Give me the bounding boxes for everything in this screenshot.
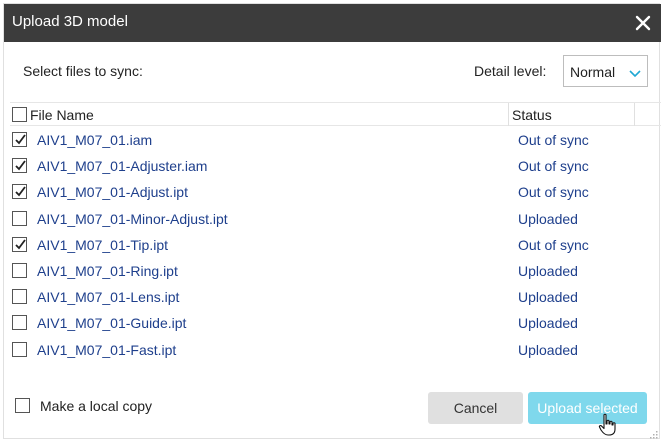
table-row[interactable]: AIV1_M07_01.iam Out of sync [10, 127, 661, 153]
checkmark-icon [15, 186, 26, 197]
table-row[interactable]: AIV1_M07_01-Guide.ipt Uploaded [10, 310, 661, 336]
close-icon[interactable] [633, 13, 653, 33]
detail-level-select[interactable]: Normal [563, 55, 648, 87]
file-status: Out of sync [518, 184, 589, 201]
select-all-checkbox[interactable] [12, 107, 27, 122]
column-divider [508, 103, 509, 126]
row-checkbox[interactable] [12, 289, 27, 305]
chevron-down-icon [629, 66, 641, 84]
upload-selected-button[interactable]: Upload selected [528, 392, 647, 424]
file-name[interactable]: AIV1_M07_01-Ring.ipt [37, 263, 178, 279]
table-row[interactable]: AIV1_M07_01-Ring.ipt Uploaded [10, 258, 661, 284]
file-status: Out of sync [518, 158, 589, 175]
file-name[interactable]: AIV1_M07_01-Tip.ipt [37, 237, 168, 253]
file-status: Out of sync [518, 236, 589, 253]
column-header-status[interactable]: Status [512, 107, 552, 123]
title-bar: Upload 3D model [4, 4, 661, 42]
table-row[interactable]: AIV1_M07_01-Lens.ipt Uploaded [10, 284, 661, 310]
table-header: File Name Status [10, 102, 661, 126]
file-status: Uploaded [518, 315, 578, 332]
row-checkbox[interactable] [12, 315, 27, 331]
file-name[interactable]: AIV1_M07_01-Lens.ipt [37, 289, 179, 305]
file-name[interactable]: AIV1_M07_01-Adjuster.iam [37, 158, 207, 174]
local-copy-label: Make a local copy [40, 398, 153, 414]
file-status: Uploaded [518, 341, 578, 358]
row-checkbox[interactable] [12, 132, 27, 147]
row-checkbox[interactable] [12, 341, 27, 357]
table-row[interactable]: AIV1_M07_01-Tip.ipt Out of sync [10, 232, 661, 258]
file-name[interactable]: AIV1_M07_01.iam [37, 132, 152, 148]
checkmark-icon [15, 134, 26, 145]
column-divider [634, 103, 635, 126]
detail-level-label: Detail level: [474, 63, 547, 79]
checkmark-icon [15, 239, 26, 250]
row-checkbox[interactable] [12, 184, 27, 200]
file-status: Uploaded [518, 210, 578, 227]
file-name[interactable]: AIV1_M07_01-Guide.ipt [37, 315, 186, 331]
row-checkbox[interactable] [12, 210, 27, 226]
row-checkbox[interactable] [12, 262, 27, 278]
cancel-button[interactable]: Cancel [428, 392, 523, 424]
column-header-file-name[interactable]: File Name [30, 107, 94, 123]
dialog-title: Upload 3D model [12, 13, 128, 30]
file-status: Uploaded [518, 289, 578, 306]
file-status: Out of sync [518, 132, 589, 148]
file-name[interactable]: AIV1_M07_01-Adjust.ipt [37, 184, 188, 200]
table-row[interactable]: AIV1_M07_01-Fast.ipt Uploaded [10, 337, 661, 363]
file-status: Uploaded [518, 262, 578, 279]
checkmark-icon [15, 160, 26, 171]
hand-cursor-icon [598, 413, 618, 437]
table-row[interactable]: AIV1_M07_01-Adjuster.iam Out of sync [10, 153, 661, 179]
local-copy-checkbox[interactable] [15, 398, 30, 413]
table-row[interactable]: AIV1_M07_01-Minor-Adjust.ipt Uploaded [10, 206, 661, 232]
table-row[interactable]: AIV1_M07_01-Adjust.ipt Out of sync [10, 179, 661, 205]
row-checkbox[interactable] [12, 236, 27, 252]
table-body: AIV1_M07_01.iam Out of sync AIV1_M07_01-Ad… [10, 127, 661, 363]
file-name[interactable]: AIV1_M07_01-Fast.ipt [37, 342, 176, 358]
row-checkbox[interactable] [12, 158, 27, 174]
detail-level-value: Normal [570, 64, 616, 80]
file-name[interactable]: AIV1_M07_01-Minor-Adjust.ipt [37, 211, 228, 227]
resize-grip-icon[interactable] [648, 426, 658, 439]
upload-dialog: Upload 3D model Select files to sync: De… [3, 3, 661, 439]
select-files-label: Select files to sync: [23, 63, 143, 79]
